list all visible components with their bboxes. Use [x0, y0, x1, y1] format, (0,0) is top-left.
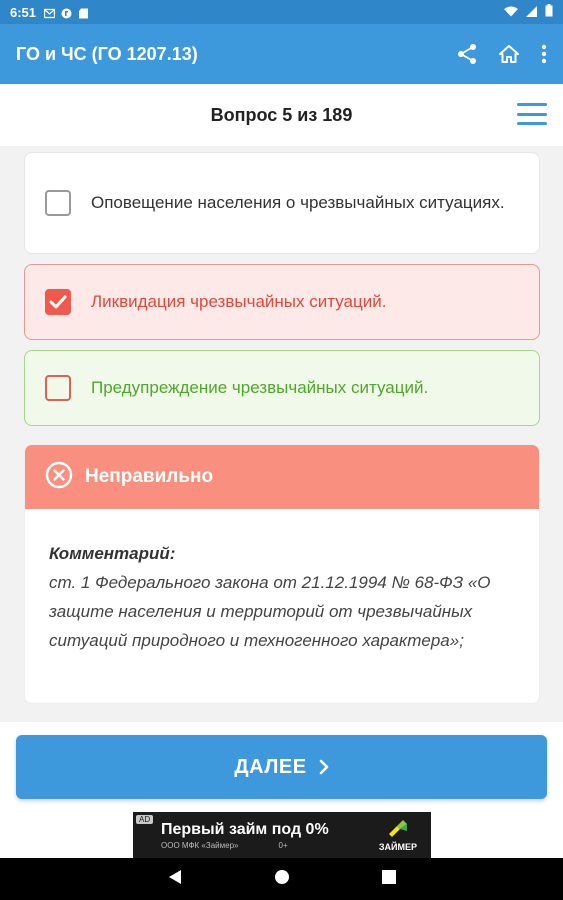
- app-title: ГО и ЧС (ГО 1207.13): [16, 43, 198, 64]
- wifi-icon: [504, 5, 518, 20]
- answer-option-1[interactable]: Оповещение населения о чрезвычайных ситу…: [24, 152, 540, 254]
- question-counter: Вопрос 5 из 189: [210, 104, 353, 125]
- comment-text: ст. 1 Федерального закона от 21.12.1994 …: [49, 573, 491, 650]
- chevron-right-icon: [319, 759, 329, 775]
- home-nav-icon[interactable]: [274, 869, 290, 890]
- next-button-label: ДАЛЕЕ: [234, 755, 307, 778]
- notification-sd-icon: [78, 7, 89, 18]
- status-time: 6:51: [10, 4, 37, 20]
- ad-brand: ЗАЙМЕР: [378, 842, 417, 852]
- comment-block: Комментарий: ст. 1 Федерального закона о…: [25, 509, 539, 655]
- answer-option-3[interactable]: Предупреждение чрезвычайных ситуаций.: [24, 350, 540, 426]
- notification-mail-icon: [43, 7, 56, 18]
- more-vert-icon[interactable]: [541, 44, 547, 64]
- status-bar: 6:51: [0, 0, 563, 24]
- answer-text: Оповещение населения о чрезвычайных ситу…: [91, 193, 505, 212]
- checkbox-checked-icon[interactable]: [45, 289, 71, 315]
- comment-label: Комментарий:: [49, 544, 176, 563]
- ad-title: Первый займ под 0%: [161, 820, 329, 838]
- recents-icon[interactable]: [381, 869, 396, 889]
- menu-icon[interactable]: [517, 101, 547, 127]
- checkbox-unchecked-icon[interactable]: [45, 190, 71, 216]
- share-icon[interactable]: [457, 43, 477, 65]
- next-button[interactable]: ДАЛЕЕ: [16, 735, 547, 799]
- answer-text: Ликвидация чрезвычайных ситуаций.: [91, 292, 387, 311]
- next-button-area: ДАЛЕЕ: [0, 722, 563, 812]
- battery-icon: [545, 4, 553, 20]
- question-header: Вопрос 5 из 189: [0, 84, 563, 146]
- brand-logo-icon: [385, 818, 411, 840]
- answer-option-2[interactable]: Ликвидация чрезвычайных ситуаций.: [24, 264, 540, 340]
- ad-area: AD Первый займ под 0% ООО МФК «Займер» 0…: [0, 812, 563, 858]
- close-circle-icon: [45, 461, 73, 494]
- ad-tag: AD: [136, 815, 154, 824]
- ad-age: 0+: [278, 840, 288, 850]
- checkbox-unchecked-icon[interactable]: [45, 375, 71, 401]
- app-bar: ГО и ЧС (ГО 1207.13): [0, 24, 563, 84]
- answer-text: Предупреждение чрезвычайных ситуаций.: [91, 378, 429, 397]
- ad-banner[interactable]: AD Первый займ под 0% ООО МФК «Займер» 0…: [133, 812, 431, 858]
- signal-icon: [526, 5, 537, 20]
- notification-app-icon: [61, 7, 72, 18]
- ad-subtitle: ООО МФК «Займер»: [161, 840, 239, 850]
- home-icon[interactable]: [499, 45, 519, 63]
- result-panel: Неправильно Комментарий: ст. 1 Федеральн…: [24, 444, 540, 704]
- result-header: Неправильно: [25, 445, 539, 509]
- back-icon[interactable]: [168, 869, 182, 890]
- result-title: Неправильно: [85, 466, 214, 487]
- system-nav-bar: [0, 858, 563, 900]
